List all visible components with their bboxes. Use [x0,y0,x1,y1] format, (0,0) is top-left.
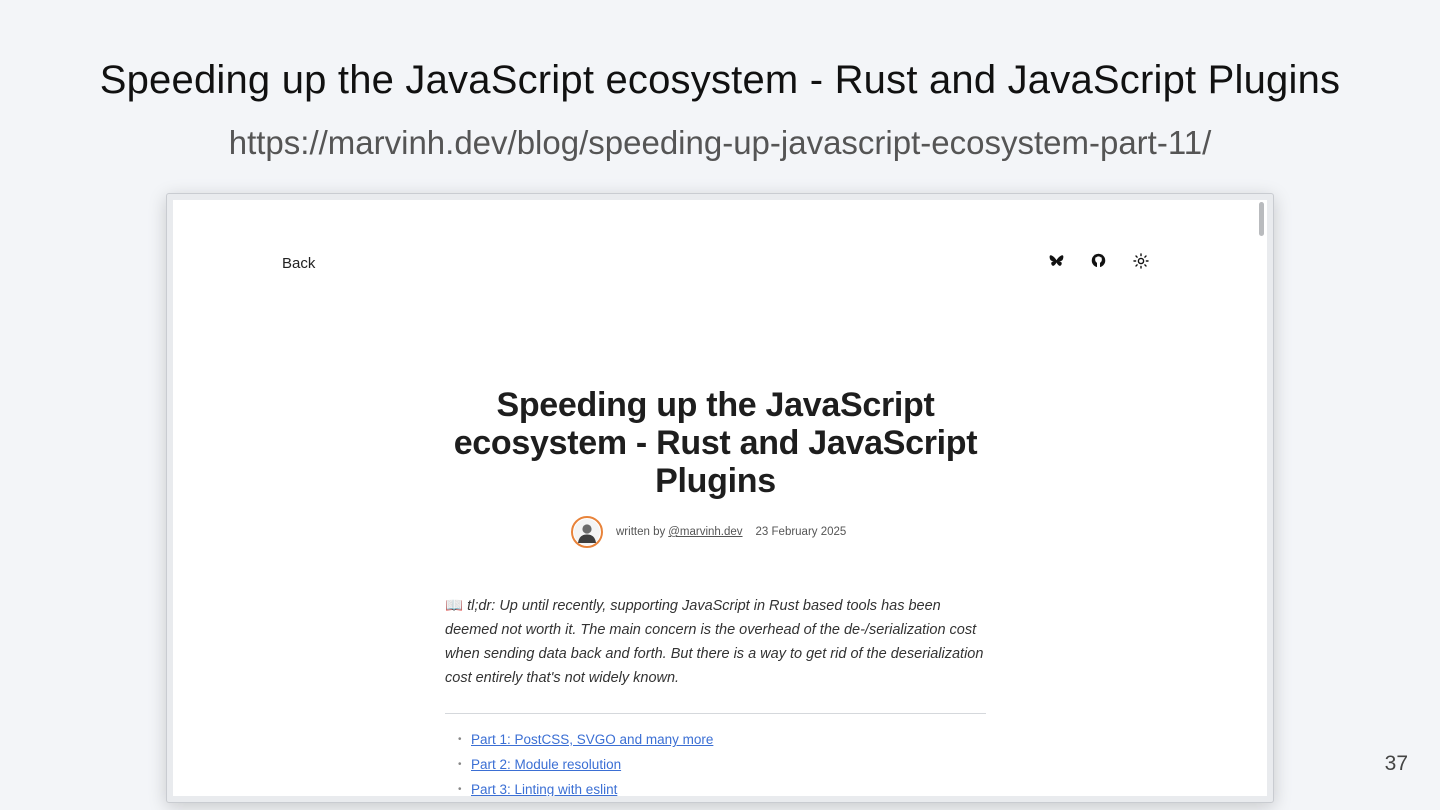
scrollbar-thumb[interactable] [1259,202,1264,236]
list-item: Part 3: Linting with eslint [458,777,713,796]
bluesky-icon[interactable] [1048,252,1065,269]
theme-toggle-icon[interactable] [1132,252,1149,269]
avatar [571,516,603,548]
author-link[interactable]: @marvinh.dev [668,526,742,538]
header-icons [1048,252,1149,269]
list-item: Part 1: PostCSS, SVGO and many more [458,727,713,752]
part-3-link[interactable]: Part 3: Linting with eslint [471,782,617,796]
article-title: Speeding up the JavaScript ecosystem - R… [453,386,978,500]
divider [445,713,986,714]
page-viewport: Back Speeding up the JavaScript ecosyste… [173,200,1267,796]
series-parts-list: Part 1: PostCSS, SVGO and many more Part… [458,727,713,796]
slide-url: https://marvinh.dev/blog/speeding-up-jav… [228,124,1212,161]
part-1-link[interactable]: Part 1: PostCSS, SVGO and many more [471,732,713,747]
github-icon[interactable] [1090,252,1107,269]
slide-title: Speeding up the JavaScript ecosystem - R… [99,58,1341,102]
slide: Speeding up the JavaScript ecosystem - R… [0,0,1440,810]
part-2-link[interactable]: Part 2: Module resolution [471,757,621,772]
browser-screenshot: Back Speeding up the JavaScript ecosyste… [166,193,1274,803]
back-link[interactable]: Back [282,255,315,272]
book-emoji-icon: 📖 [445,598,464,614]
byline-prefix: written by [616,526,666,538]
byline: written by @marvinh.dev 23 February 2025 [571,516,846,548]
list-item: Part 2: Module resolution [458,752,713,777]
tldr-body: tl;dr: Up until recently, supporting Jav… [445,598,984,686]
publish-date: 23 February 2025 [755,526,847,538]
slide-page-number: 37 [1384,752,1408,775]
scrollbar[interactable] [1257,202,1265,792]
tldr-text: 📖 tl;dr: Up until recently, supporting J… [445,594,990,690]
